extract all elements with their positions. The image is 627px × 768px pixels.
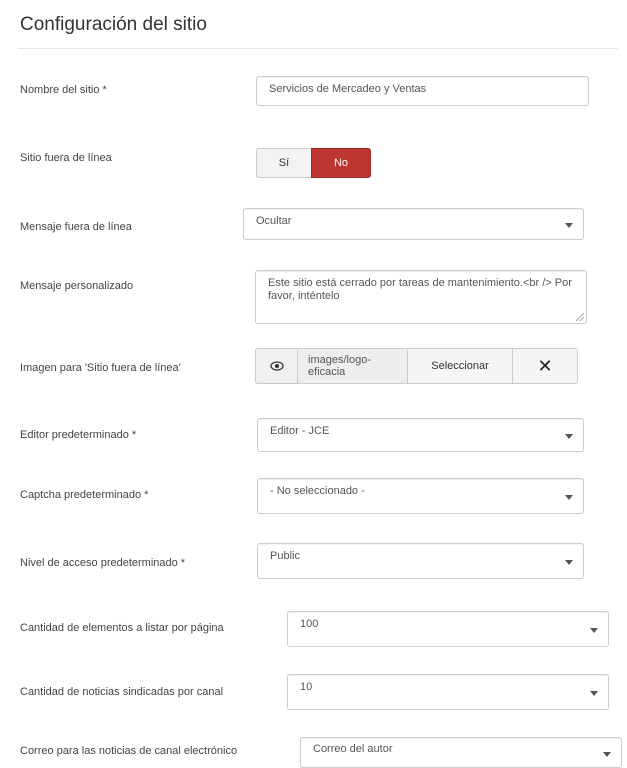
default-editor-label: Editor predeterminado * [20,429,137,441]
feed-limit-select[interactable]: 10 [287,674,609,710]
site-name-input[interactable]: Servicios de Mercadeo y Ventas [256,76,589,106]
custom-message-value: Este sitio está cerrado por tareas de ma… [268,277,572,302]
default-access-select[interactable]: Public [257,543,584,579]
custom-message-textarea[interactable]: Este sitio está cerrado por tareas de ma… [255,270,587,324]
chevron-down-icon [590,628,598,633]
custom-message-label: Mensaje personalizado [20,280,134,292]
feed-limit-value: 10 [300,681,313,693]
list-limit-select[interactable]: 100 [287,611,609,647]
chevron-down-icon [565,223,573,228]
default-editor-value: Editor - JCE [270,425,330,437]
chevron-down-icon [565,495,573,500]
list-limit-label: Cantidad de elementos a listar por págin… [20,622,224,634]
offline-image-media-field: images/logo-eficacia Seleccionar ✕ [255,348,578,384]
eye-icon[interactable] [255,348,297,384]
site-name-label: Nombre del sitio * [20,84,107,96]
offline-image-path: images/logo-eficacia [297,348,407,384]
feed-limit-label: Cantidad de noticias sindicadas por cana… [20,686,224,698]
chevron-down-icon [603,751,611,757]
offline-message-value: Ocultar [256,215,292,227]
chevron-down-icon [565,560,573,565]
section-title: Configuración del sitio [20,14,207,35]
feed-email-value: Correo del autor [313,743,393,755]
site-name-value: Servicios de Mercadeo y Ventas [269,83,427,95]
offline-yes-button[interactable]: Sí [256,148,311,178]
title-divider [18,48,618,49]
list-limit-value: 100 [300,618,319,630]
close-icon[interactable]: ✕ [512,348,578,384]
default-access-value: Public [270,550,300,562]
feed-email-label: Correo para las noticias de canal electr… [20,745,238,757]
select-image-button[interactable]: Seleccionar [407,348,512,384]
resize-handle-icon[interactable] [576,313,584,321]
offline-toggle[interactable]: Sí No [256,148,371,178]
chevron-down-icon [590,691,598,696]
offline-no-button[interactable]: No [311,148,371,178]
default-captcha-select[interactable]: - No seleccionado - [257,478,584,514]
default-captcha-label: Captcha predeterminado * [20,489,149,501]
chevron-down-icon [565,434,573,439]
offline-label: Sitio fuera de línea [20,152,112,164]
offline-image-label: Imagen para 'Sitio fuera de línea' [20,362,181,374]
default-access-label: Nivel de acceso predeterminado * [20,557,186,569]
default-editor-select[interactable]: Editor - JCE [257,418,584,452]
feed-email-select[interactable]: Correo del autor [300,737,622,768]
offline-message-label: Mensaje fuera de línea [20,221,132,233]
default-captcha-value: - No seleccionado - [270,485,365,497]
offline-message-select[interactable]: Ocultar [243,208,584,240]
